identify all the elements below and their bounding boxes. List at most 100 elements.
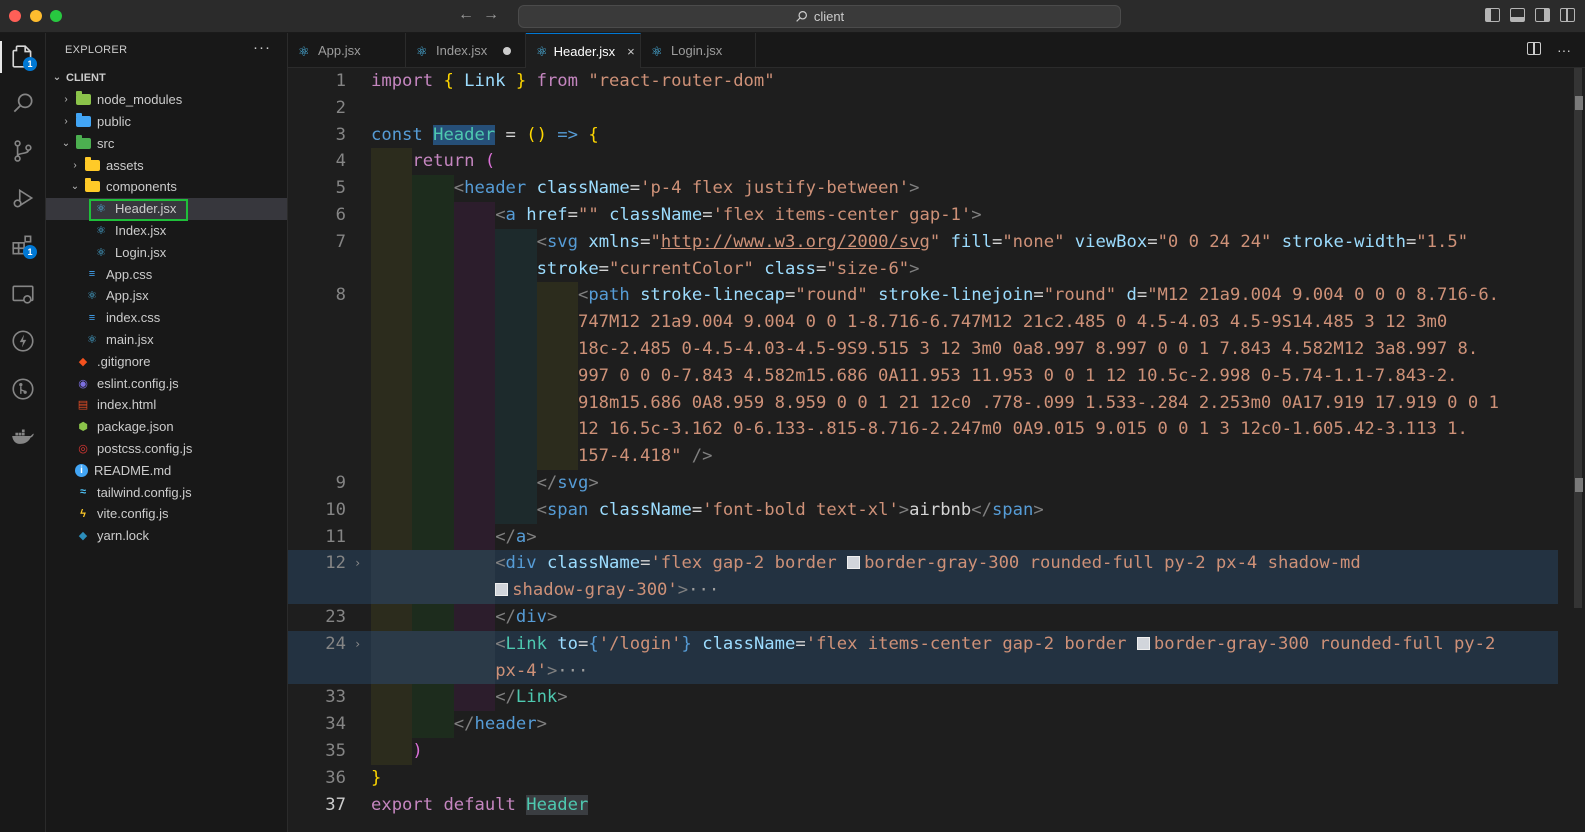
minimize-window-button[interactable]: [30, 10, 42, 22]
file-item[interactable]: ⚛ Header.jsx: [46, 197, 287, 221]
line-number: 11: [325, 526, 346, 547]
file-item[interactable]: i README.md: [46, 459, 287, 481]
close-window-button[interactable]: [9, 10, 21, 22]
react-icon: ⚛: [651, 43, 663, 59]
search-activity[interactable]: [0, 81, 46, 125]
file-item[interactable]: ◎ postcss.config.js: [46, 438, 287, 460]
line-number: 9: [335, 473, 346, 493]
source-control-icon: [14, 140, 32, 162]
forward-arrow-icon[interactable]: →: [481, 6, 501, 24]
remote-explorer-activity[interactable]: [0, 273, 46, 317]
code-token: stroke-linejoin: [878, 285, 1034, 306]
code-token: >: [557, 687, 568, 708]
code-line: 33 </Link>: [288, 684, 1558, 712]
file-item[interactable]: ⚛ Index.jsx: [46, 220, 287, 242]
file-item[interactable]: ≡ index.css: [46, 307, 287, 329]
code-token: 'p-4 flex justify-between': [640, 178, 910, 199]
workspace-root[interactable]: ⌄ CLIENT: [46, 67, 287, 89]
command-center-search[interactable]: client: [518, 5, 1121, 28]
folder-item[interactable]: ⌄ src: [46, 132, 287, 154]
customize-layout-icon[interactable]: [1560, 8, 1575, 22]
css-icon: ≡: [88, 268, 96, 281]
nodejs-icon: ⬢: [78, 421, 88, 434]
code-token: {: [443, 71, 465, 91]
editor-tab[interactable]: ⚛ Index.jsx: [406, 33, 526, 68]
vite-icon: ϟ: [80, 507, 86, 520]
split-editor-icon[interactable]: [1527, 42, 1541, 55]
file-item[interactable]: ≡ App.css: [46, 263, 287, 285]
code-token: http://www.w3.org/2000/svg: [660, 231, 930, 252]
line-number: 6: [335, 205, 346, 225]
search-icon: [13, 93, 33, 113]
code-token: className: [598, 499, 692, 520]
react-icon: ⚛: [87, 290, 97, 303]
unsaved-dot-icon[interactable]: [503, 46, 512, 55]
file-item[interactable]: ϟ vite.config.js: [46, 503, 287, 525]
file-item[interactable]: ⬢ package.json: [46, 416, 287, 438]
react-icon: ⚛: [96, 246, 106, 259]
scrollbar-thumb[interactable]: [1574, 68, 1582, 608]
run-debug-activity[interactable]: [0, 176, 46, 220]
toggle-panel-icon[interactable]: [1510, 8, 1525, 22]
file-item[interactable]: ◉ eslint.config.js: [46, 372, 287, 394]
code-token: d: [1126, 285, 1137, 306]
file-item[interactable]: ≈ tailwind.config.js: [46, 481, 287, 503]
docker-activity[interactable]: [0, 414, 46, 458]
source-control-activity[interactable]: [0, 129, 46, 173]
extensions-activity[interactable]: 1: [0, 223, 46, 267]
file-item[interactable]: ⚛ main.jsx: [46, 329, 287, 351]
file-item[interactable]: ⚛ Login.jsx: [46, 241, 287, 263]
fold-chevron-icon[interactable]: ›: [354, 550, 361, 577]
editor-tab[interactable]: ⚛ App.jsx: [288, 33, 406, 68]
fold-chevron-icon[interactable]: ›: [354, 631, 361, 658]
code-token: "": [578, 205, 610, 225]
code-text: <div className='flex gap-2 border border…: [371, 550, 1361, 577]
more-actions-button[interactable]: ···: [253, 39, 271, 56]
code-text: 918m15.686 0A8.959 8.959 0 0 1 21 12c0 .…: [371, 390, 1499, 417]
code-token: px-4': [495, 660, 547, 681]
more-editor-actions-icon[interactable]: ···: [1557, 42, 1571, 58]
editor-scrollbar[interactable]: [1571, 68, 1585, 832]
explorer-sidebar: EXPLORER ··· ⌄ CLIENT › node_modules › publ…: [46, 33, 288, 832]
code-token: path: [588, 285, 641, 306]
file-item[interactable]: ◆ .gitignore: [46, 350, 287, 372]
back-arrow-icon[interactable]: ←: [456, 6, 476, 24]
tree-item-label: Login.jsx: [115, 244, 167, 260]
code-token: "M12 21a9.004 9.004 0 0 0 8.716-6.: [1147, 285, 1500, 306]
code-token: {: [588, 633, 599, 654]
file-item[interactable]: ▤ index.html: [46, 394, 287, 416]
code-token: {: [588, 124, 599, 145]
code-token: className: [609, 205, 703, 225]
code-token: >: [898, 499, 910, 520]
folder-item[interactable]: ⌄ components: [46, 176, 287, 198]
git-graph-activity[interactable]: [0, 367, 46, 411]
code-line: 11 </a>: [288, 523, 1558, 551]
line-number: 34: [325, 714, 346, 735]
code-view[interactable]: 1 import { Link } from "react-router-dom"…: [288, 68, 1585, 832]
toggle-secondary-sidebar-icon[interactable]: [1535, 8, 1550, 22]
code-token: stroke-linecap: [640, 285, 785, 306]
code-token: span: [991, 499, 1034, 520]
code-token: Link: [515, 687, 558, 708]
explorer-activity[interactable]: 1: [0, 35, 46, 79]
folder-item[interactable]: › public: [46, 111, 287, 133]
editor-tab[interactable]: ⚛ Header.jsx ×: [526, 33, 641, 68]
code-token: Link: [464, 71, 506, 91]
line-number: 35: [325, 741, 346, 761]
file-item[interactable]: ⚛ App.jsx: [46, 285, 287, 307]
folder-item[interactable]: › node_modules: [46, 89, 287, 111]
folder-item[interactable]: › assets: [46, 154, 287, 176]
close-icon[interactable]: ×: [627, 44, 635, 59]
code-token: 157-4.418": [577, 446, 692, 467]
file-item[interactable]: ◆ yarn.lock: [46, 525, 287, 547]
editor-tab[interactable]: ⚛ Login.jsx: [641, 33, 756, 68]
code-token: "round": [1043, 285, 1127, 306]
maximize-window-button[interactable]: [50, 10, 62, 22]
code-token: ): [412, 741, 423, 761]
lightning-activity[interactable]: [0, 319, 46, 363]
code-token: "currentColor": [609, 258, 765, 279]
toggle-primary-sidebar-icon[interactable]: [1485, 8, 1500, 22]
